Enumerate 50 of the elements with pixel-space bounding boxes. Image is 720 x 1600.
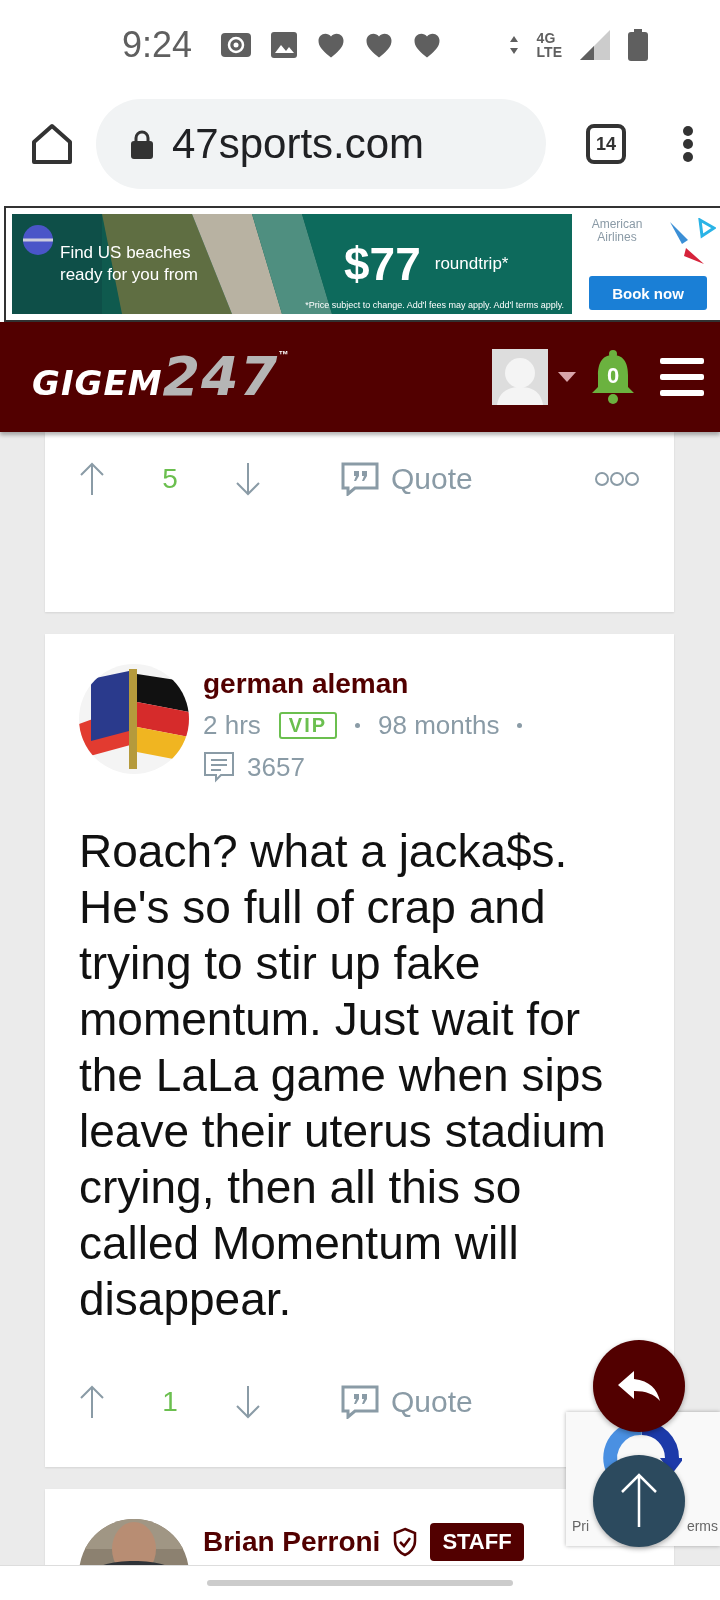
lock-icon — [130, 129, 154, 159]
data-arrows-icon — [508, 34, 519, 56]
more-button[interactable] — [594, 471, 640, 487]
menu-icon[interactable] — [660, 358, 704, 396]
ad-banner[interactable]: Find US beaches ready for you from $77 roundtrip* *Price subject to change. Add'l fees may apply. Add'l terms apply. American Airlines Book now — [4, 206, 720, 322]
post-body: Roach? what a jacka$s. He's so full of crap and trying to stir up fake momentum. Just wait for the LaLa game when sips leave their uterus stadium crying, then all this so called Momentum will disappear. — [79, 824, 607, 1327]
vote-count: 5 — [161, 463, 179, 495]
downvote-icon[interactable] — [235, 1385, 261, 1419]
vote-count: 1 — [161, 1386, 179, 1418]
gesture-handle[interactable] — [207, 1580, 513, 1586]
network-type: 4G — [536, 31, 557, 45]
address-bar[interactable]: 47sports.com — [96, 99, 546, 189]
quote-button[interactable]: Quote — [341, 462, 473, 496]
vip-badge: VIP — [278, 712, 338, 739]
caret-icon[interactable] — [558, 372, 576, 382]
signal-icon — [580, 30, 610, 60]
recaptcha-link[interactable]: erms — [686, 1518, 718, 1534]
arrow-up-icon — [619, 1473, 659, 1529]
author-name[interactable]: Brian Perroni — [203, 1526, 381, 1558]
downvote-icon[interactable] — [235, 462, 261, 496]
post-count: 3657 — [247, 751, 305, 783]
author-name[interactable]: german aleman — [203, 668, 409, 700]
globe-icon — [22, 224, 54, 256]
ad-price: $77 — [344, 237, 421, 291]
network-subtype: LTE — [536, 45, 562, 59]
status-time: 9:24 — [122, 24, 193, 66]
post-time: 2 hrs — [203, 710, 261, 741]
reply-icon — [616, 1369, 662, 1403]
image-icon — [270, 31, 299, 59]
member-tenure: 98 months — [378, 710, 500, 741]
upvote-icon[interactable] — [79, 462, 105, 496]
menu-icon[interactable] — [682, 125, 694, 163]
ad-disclaimer: *Price subject to change. Add'l fees may apply. Add'l terms apply. — [305, 300, 564, 310]
tab-count-button[interactable]: 14 — [586, 124, 626, 164]
book-now-button[interactable]: Book now — [589, 276, 707, 310]
staff-badge: STAFF — [430, 1523, 524, 1561]
home-icon[interactable] — [30, 122, 74, 166]
quote-icon — [341, 1385, 379, 1419]
upvote-icon[interactable] — [79, 1385, 105, 1419]
site-logo[interactable]: GIGEM247™ — [32, 349, 290, 405]
quote-button[interactable]: Quote — [341, 1385, 473, 1419]
recaptcha-link[interactable]: Pri — [572, 1518, 590, 1534]
advertiser-name: American Airlines — [590, 218, 644, 244]
battery-icon — [628, 29, 648, 61]
url-text: 47sports.com — [172, 120, 425, 168]
ad-headline: Find US beaches ready for you from — [60, 242, 199, 286]
comment-icon — [203, 751, 235, 783]
price-note: roundtrip* — [434, 254, 509, 274]
cast-icon — [220, 32, 253, 58]
quote-icon — [341, 462, 379, 496]
